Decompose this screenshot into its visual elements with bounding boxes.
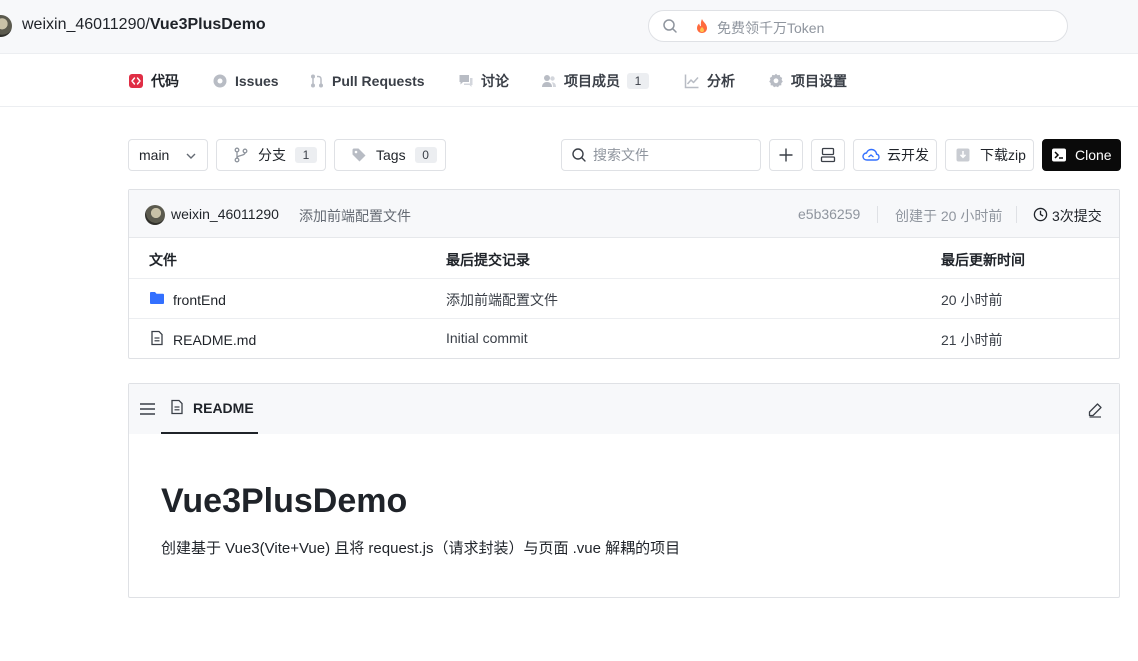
column-header-file: 文件 bbox=[149, 252, 177, 268]
analytics-icon bbox=[684, 73, 700, 89]
commit-author[interactable]: weixin_46011290 bbox=[171, 206, 279, 222]
readme-panel: README Vue3PlusDemo 创建基于 Vue3(Vite+Vue) … bbox=[128, 383, 1120, 598]
readme-tab-label: README bbox=[193, 400, 254, 416]
file-search-placeholder: 搜索文件 bbox=[593, 147, 649, 163]
tags-label: Tags bbox=[376, 147, 406, 163]
tab-code-label: 代码 bbox=[151, 73, 179, 89]
branch-select-value: main bbox=[139, 147, 170, 163]
branch-icon bbox=[233, 147, 249, 163]
download-icon bbox=[955, 147, 971, 163]
readme-tab[interactable]: README bbox=[161, 384, 258, 434]
tab-members-label: 项目成员 bbox=[564, 73, 620, 89]
global-search-box[interactable]: 免费领千万Token bbox=[648, 10, 1068, 42]
tag-icon bbox=[351, 147, 367, 163]
branches-label: 分支 bbox=[258, 147, 286, 163]
tab-discussion[interactable]: 讨论 bbox=[458, 55, 509, 107]
tab-code[interactable]: 代码 bbox=[128, 55, 179, 107]
tags-button[interactable]: Tags 0 bbox=[334, 139, 446, 171]
tab-issues[interactable]: Issues bbox=[212, 55, 279, 107]
global-search-placeholder: 免费领千万Token bbox=[717, 20, 825, 36]
settings-icon bbox=[768, 73, 784, 89]
file-updated-time: 20 小时前 bbox=[941, 292, 1003, 308]
cloud-icon bbox=[862, 147, 880, 163]
table-row[interactable]: frontEnd 添加前端配置文件 20 小时前 bbox=[129, 279, 1119, 319]
divider bbox=[877, 206, 878, 223]
repo-nav: 代码 Issues Pull Requests 讨论 项目成员 1 分析 项目设… bbox=[0, 55, 1138, 107]
owner-avatar[interactable] bbox=[0, 15, 12, 37]
chevron-down-icon bbox=[185, 150, 197, 162]
code-icon bbox=[128, 73, 144, 89]
readme-description: 创建基于 Vue3(Vite+Vue) 且将 request.js（请求封装）与… bbox=[161, 540, 681, 557]
download-zip-label: 下载zip bbox=[980, 147, 1026, 163]
tab-pull-requests-label: Pull Requests bbox=[332, 73, 425, 89]
tab-settings[interactable]: 项目设置 bbox=[768, 55, 847, 107]
file-commit-message[interactable]: 添加前端配置文件 bbox=[446, 290, 558, 310]
table-header-row: 文件 最后提交记录 最后更新时间 bbox=[129, 239, 1119, 279]
tab-members[interactable]: 项目成员 1 bbox=[541, 55, 649, 107]
storage-button[interactable] bbox=[811, 139, 845, 171]
plus-icon bbox=[778, 147, 794, 163]
readme-header: README bbox=[129, 384, 1119, 434]
cloud-dev-label: 云开发 bbox=[887, 147, 929, 163]
avatar[interactable] bbox=[145, 205, 165, 225]
folder-icon bbox=[149, 290, 165, 309]
file-updated-time: 21 小时前 bbox=[941, 332, 1003, 348]
file-icon bbox=[149, 330, 165, 349]
tab-analytics[interactable]: 分析 bbox=[684, 55, 735, 107]
server-icon bbox=[820, 147, 836, 163]
file-name[interactable]: README.md bbox=[173, 332, 256, 348]
branches-button[interactable]: 分支 1 bbox=[216, 139, 326, 171]
pull-request-icon bbox=[309, 73, 325, 89]
discussion-icon bbox=[458, 73, 474, 89]
search-icon bbox=[662, 18, 678, 37]
search-icon bbox=[571, 147, 587, 163]
branch-select[interactable]: main bbox=[128, 139, 208, 171]
edit-icon[interactable] bbox=[1087, 402, 1103, 421]
tab-issues-label: Issues bbox=[235, 73, 279, 89]
commit-count-label: 3次提交 bbox=[1052, 208, 1102, 224]
commit-count-link[interactable]: 3次提交 bbox=[1033, 206, 1102, 226]
file-name-cell: frontEnd bbox=[149, 290, 226, 309]
members-icon bbox=[541, 73, 557, 89]
readme-title: Vue3PlusDemo bbox=[161, 482, 408, 520]
history-icon bbox=[1033, 207, 1048, 225]
file-name[interactable]: frontEnd bbox=[173, 292, 226, 308]
file-name-cell: README.md bbox=[149, 330, 256, 349]
document-icon bbox=[169, 399, 185, 418]
divider bbox=[1016, 206, 1017, 223]
branches-count-badge: 1 bbox=[295, 147, 317, 163]
file-search-input[interactable]: 搜索文件 bbox=[561, 139, 761, 171]
fire-icon bbox=[695, 18, 709, 37]
table-row[interactable]: README.md Initial commit 21 小时前 bbox=[129, 319, 1119, 359]
clone-label: Clone bbox=[1075, 147, 1112, 163]
commit-message[interactable]: 添加前端配置文件 bbox=[299, 206, 411, 226]
tab-discussion-label: 讨论 bbox=[481, 73, 509, 89]
add-file-button[interactable] bbox=[769, 139, 803, 171]
column-header-last-commit: 最后提交记录 bbox=[446, 252, 530, 268]
tab-settings-label: 项目设置 bbox=[791, 73, 847, 89]
terminal-icon bbox=[1051, 147, 1067, 163]
cloud-dev-button[interactable]: 云开发 bbox=[853, 139, 937, 171]
column-header-updated: 最后更新时间 bbox=[941, 252, 1025, 268]
tags-count-badge: 0 bbox=[414, 147, 437, 163]
download-zip-button[interactable]: 下载zip bbox=[945, 139, 1034, 171]
file-browser: weixin_46011290 添加前端配置文件 e5b36259 创建于 20… bbox=[128, 189, 1120, 359]
commit-time: 创建于 20 小时前 bbox=[895, 208, 1003, 224]
repo-name-link[interactable]: Vue3PlusDemo bbox=[150, 16, 266, 33]
tab-pull-requests[interactable]: Pull Requests bbox=[309, 55, 425, 107]
repo-breadcrumb: weixin_46011290/Vue3PlusDemo bbox=[22, 16, 266, 34]
tab-analytics-label: 分析 bbox=[707, 73, 735, 89]
menu-icon[interactable] bbox=[139, 402, 156, 419]
owner-link[interactable]: weixin_46011290 bbox=[22, 16, 145, 33]
issues-icon bbox=[212, 73, 228, 89]
clone-button[interactable]: Clone bbox=[1042, 139, 1121, 171]
top-header: weixin_46011290/Vue3PlusDemo 免费领千万Token bbox=[0, 0, 1138, 54]
members-count-badge: 1 bbox=[627, 73, 649, 89]
latest-commit-bar: weixin_46011290 添加前端配置文件 e5b36259 创建于 20… bbox=[129, 190, 1119, 238]
file-commit-message[interactable]: Initial commit bbox=[446, 330, 528, 346]
commit-hash[interactable]: e5b36259 bbox=[798, 206, 860, 222]
